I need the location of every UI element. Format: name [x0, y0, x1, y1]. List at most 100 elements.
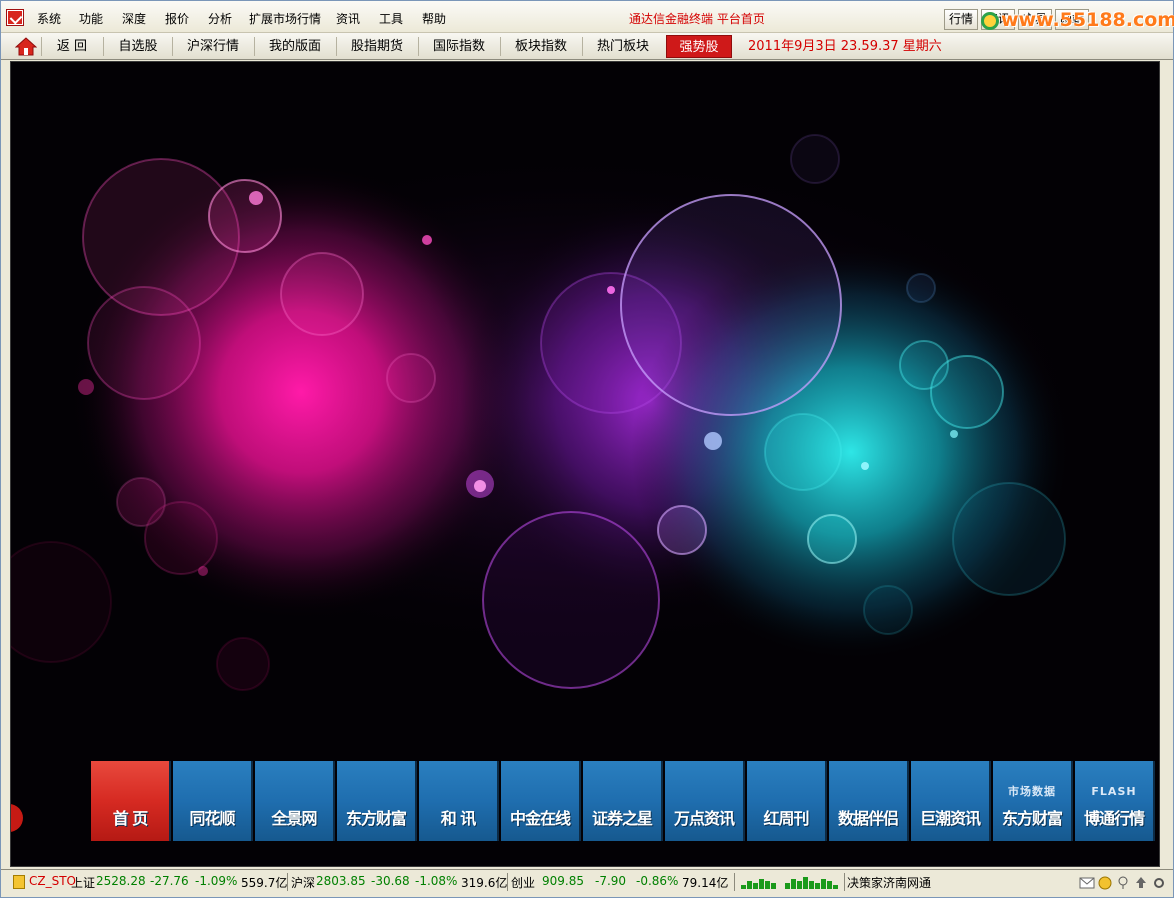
tile-wandian[interactable]: 万点资讯 — [665, 761, 745, 841]
pulse-bar — [821, 879, 826, 889]
tile-label: 和 讯 — [440, 809, 477, 828]
menu-news[interactable]: 资讯 — [336, 10, 360, 27]
nav-separator — [41, 37, 42, 56]
pulse-bar — [797, 881, 802, 889]
sh-index-amount: 559.7亿 — [241, 876, 288, 890]
tile-label: 东方财富 — [1001, 809, 1063, 828]
sh-index-name[interactable]: 上证 — [71, 874, 95, 891]
pulse-bar — [771, 883, 776, 889]
tile-label: 首 页 — [112, 809, 149, 828]
menu-quote[interactable]: 报价 — [165, 10, 189, 27]
nav-toolbar: 返 回 自选股 沪深行情 我的版面 股指期货 国际指数 板块指数 热门板块 强势… — [1, 33, 1173, 60]
watermark-text: www.55188.com — [1001, 9, 1174, 31]
connection-status-icon[interactable] — [13, 875, 25, 889]
tile-sub-label: 市场数据 — [1008, 785, 1056, 798]
nav-sector-index[interactable]: 板块指数 — [502, 35, 580, 58]
tile-p5w[interactable]: 全景网 — [255, 761, 335, 841]
system-tray — [1079, 875, 1169, 891]
pulse-bar — [803, 877, 808, 889]
pulse-bar — [815, 883, 820, 889]
tile-cninfo[interactable]: 巨潮资讯 — [911, 761, 991, 841]
nav-separator — [172, 37, 173, 56]
market-pulse-bars — [741, 877, 841, 889]
cy-index-name[interactable]: 创业 — [511, 874, 535, 891]
platform-title: 通达信金融终端 平台首页 — [629, 12, 765, 26]
tile-botong-flash[interactable]: FLASH 博通行情 — [1075, 761, 1155, 841]
sh-index-pct: -1.09% — [195, 874, 238, 888]
nav-separator — [500, 37, 501, 56]
sz-index-amount: 319.6亿 — [461, 876, 508, 890]
tile-10jqka[interactable]: 同花顺 — [173, 761, 253, 841]
tile-hexun[interactable]: 和 讯 — [419, 761, 499, 841]
home-page-panel: 首 页 同花顺 全景网 东方财富 和 讯 中金在线 证券之星 万点资讯 红周刊 … — [10, 61, 1160, 867]
nav-hot-sectors[interactable]: 热门板块 — [584, 35, 662, 58]
pulse-bar — [809, 881, 814, 889]
tile-data-partner[interactable]: 数据伴侣 — [829, 761, 909, 841]
pulse-bar — [747, 881, 752, 889]
datetime-display: 2011年9月3日 23.59.37 星期六 — [748, 39, 942, 54]
menu-extended-market[interactable]: 扩展市场行情 — [249, 10, 321, 27]
tile-label: 万点资讯 — [673, 809, 735, 828]
tile-label: 数据伴侣 — [837, 809, 899, 828]
tile-eastmoney-market-data[interactable]: 市场数据 东方财富 — [993, 761, 1073, 841]
home-icon[interactable] — [15, 37, 37, 56]
nav-intl-index[interactable]: 国际指数 — [420, 35, 498, 58]
pulse-bar — [833, 885, 838, 889]
mail-icon[interactable] — [1079, 875, 1095, 890]
nav-watchlist[interactable]: 自选股 — [105, 35, 171, 58]
tile-home[interactable]: 首 页 — [91, 761, 171, 841]
nav-my-layout[interactable]: 我的版面 — [256, 35, 334, 58]
status-separator — [734, 873, 735, 891]
pulse-bar — [791, 879, 796, 889]
alarm-icon[interactable] — [1115, 875, 1131, 890]
sz-index-value: 2803.85 — [316, 874, 366, 888]
watermark-logo-icon — [981, 12, 999, 30]
status-bar: CZ_STO 上证 2528.28 -27.76 -1.09% 559.7亿 沪… — [1, 869, 1173, 897]
status-separator — [507, 873, 508, 891]
menu-bar: 系统 功能 深度 报价 分析 扩展市场行情 资讯 工具 帮助 通达信金融终端 平… — [1, 1, 1174, 33]
nav-separator — [254, 37, 255, 56]
sh-index-change: -27.76 — [150, 874, 189, 888]
pulse-bar — [759, 879, 764, 889]
sz-index-change: -30.68 — [371, 874, 410, 888]
nav-separator — [418, 37, 419, 56]
sz-index-pct: -1.08% — [415, 874, 458, 888]
tile-label: 中金在线 — [509, 809, 571, 828]
pulse-bar — [741, 885, 746, 889]
nav-index-futures[interactable]: 股指期货 — [338, 35, 416, 58]
tile-label: 博通行情 — [1083, 809, 1145, 828]
sh-index-value: 2528.28 — [96, 874, 146, 888]
pulse-bar — [753, 883, 758, 889]
market-button[interactable]: 行情 — [944, 9, 978, 30]
menu-help[interactable]: 帮助 — [422, 10, 446, 27]
app-logo-icon[interactable] — [7, 10, 23, 25]
sz-index-name[interactable]: 沪深 — [291, 874, 315, 891]
tile-red-weekly[interactable]: 红周刊 — [747, 761, 827, 841]
coin-icon[interactable] — [1097, 875, 1113, 890]
menu-function[interactable]: 功能 — [79, 10, 103, 27]
menu-tools[interactable]: 工具 — [379, 10, 403, 27]
cy-index-change: -7.90 — [595, 874, 627, 888]
menu-depth[interactable]: 深度 — [122, 10, 146, 27]
tile-label: 同花顺 — [189, 809, 235, 828]
back-button[interactable]: 返 回 — [45, 35, 99, 58]
tile-cnfol[interactable]: 中金在线 — [501, 761, 581, 841]
tile-stockstar[interactable]: 证券之星 — [583, 761, 663, 841]
server-name[interactable]: 决策家济南网通 — [847, 874, 931, 891]
nav-strong-stocks[interactable]: 强势股 — [666, 35, 732, 58]
nav-hs-market[interactable]: 沪深行情 — [174, 35, 252, 58]
menu-analysis[interactable]: 分析 — [208, 10, 232, 27]
bokeh-background-image — [11, 62, 1159, 866]
app-window: 系统 功能 深度 报价 分析 扩展市场行情 资讯 工具 帮助 通达信金融终端 平… — [0, 0, 1174, 898]
status-separator — [287, 873, 288, 891]
tile-label: 红周刊 — [763, 809, 809, 828]
tile-label: 全景网 — [271, 809, 317, 828]
tile-sub-label: FLASH — [1091, 785, 1137, 798]
up-arrow-icon[interactable] — [1133, 875, 1149, 890]
settings-icon[interactable] — [1151, 875, 1167, 890]
tile-label: 证券之星 — [591, 809, 653, 828]
nav-separator — [103, 37, 104, 56]
menu-system[interactable]: 系统 — [37, 10, 61, 27]
tile-eastmoney[interactable]: 东方财富 — [337, 761, 417, 841]
site-link-tiles: 首 页 同花顺 全景网 东方财富 和 讯 中金在线 证券之星 万点资讯 红周刊 … — [91, 761, 1157, 841]
